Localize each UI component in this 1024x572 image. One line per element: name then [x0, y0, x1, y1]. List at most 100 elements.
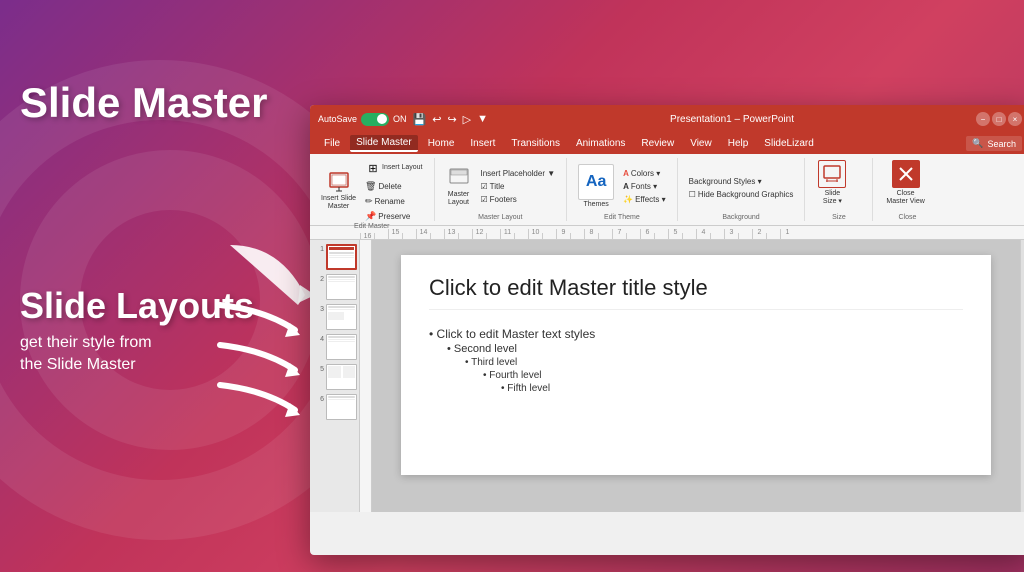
delete-button[interactable]: 🗑 Delete: [362, 180, 425, 193]
slide-2-num: 2: [312, 276, 324, 283]
menu-animations[interactable]: Animations: [570, 136, 631, 151]
themes-button[interactable]: Aa Themes: [575, 162, 617, 211]
slide-1-content: [328, 246, 355, 260]
insert-slide-master-icon: [327, 170, 351, 194]
slide-2-thumb[interactable]: [326, 274, 357, 300]
thumb-col2: [343, 366, 356, 378]
thumb-body-4a: [328, 339, 355, 340]
minimize-button[interactable]: −: [976, 112, 990, 126]
colors-button[interactable]: A Colors ▾: [620, 168, 669, 179]
master-layout-icon: [447, 166, 471, 190]
hide-background-button[interactable]: ☐ Hide Background Graphics: [686, 189, 797, 200]
ruler-mark: 8: [584, 229, 598, 239]
menu-transitions[interactable]: Transitions: [505, 136, 566, 151]
footers-checkbox[interactable]: ☑ Footers: [478, 194, 559, 205]
slide-page[interactable]: Click to edit Master title style Click t…: [401, 255, 991, 475]
slide-4-content: [327, 335, 356, 344]
rename-button[interactable]: ✏ Rename: [362, 195, 425, 208]
fonts-button[interactable]: A Fonts ▾: [620, 181, 669, 192]
background-styles-button[interactable]: Background Styles ▾: [686, 176, 797, 187]
thumb-body-4b: [328, 341, 355, 342]
present-icon[interactable]: ▷: [463, 113, 471, 126]
menu-home[interactable]: Home: [422, 136, 461, 151]
ruler-mark: [374, 233, 388, 239]
insert-layout-button[interactable]: ⊞ Insert Layout: [362, 158, 425, 178]
close-master-view-button[interactable]: CloseMaster View: [881, 158, 929, 207]
thumb-image-3: [328, 312, 344, 320]
preserve-button[interactable]: 📌 Preserve: [362, 210, 425, 223]
slide-canvas[interactable]: Click to edit Master title style Click t…: [372, 240, 1020, 512]
vertical-scrollbar[interactable]: [1020, 240, 1024, 512]
search-area[interactable]: 🔍 Search: [966, 136, 1022, 151]
ruler-mark: 10: [528, 229, 542, 239]
ruler-mark: [626, 233, 640, 239]
slide-6-num: 6: [312, 396, 324, 403]
thumb-title-2: [328, 276, 355, 278]
slide-1-thumb[interactable]: [326, 244, 357, 270]
insert-placeholder-button[interactable]: Insert Placeholder ▼: [478, 168, 559, 179]
themes-label: Themes: [583, 201, 608, 209]
thumb-body-3a: [328, 309, 355, 310]
title-checkbox[interactable]: ☑ Title: [478, 181, 559, 192]
ruler-mark: [682, 233, 696, 239]
menu-slide-master[interactable]: Slide Master: [350, 135, 418, 152]
title-bar: AutoSave ON 💾 ↩ ↪ ▷ ▼ Presentation1 – Po…: [310, 105, 1024, 133]
maximize-button[interactable]: □: [992, 112, 1006, 126]
ruler-mark: [458, 233, 472, 239]
slide-3-thumb[interactable]: [326, 304, 357, 330]
ruler-mark: 11: [500, 229, 514, 239]
slide-5-wrapper: 5: [312, 364, 357, 390]
slide-4-thumb[interactable]: [326, 334, 357, 360]
body-item-4: Fourth level: [483, 369, 963, 382]
autosave-state: ON: [393, 114, 407, 124]
master-layout-button[interactable]: MasterLayout: [443, 164, 475, 208]
menu-insert[interactable]: Insert: [464, 136, 501, 151]
thumb-title-6: [328, 396, 355, 398]
hide-bg-checkbox: ☐: [689, 190, 696, 199]
menu-slidelizard[interactable]: SlideLizard: [758, 136, 819, 151]
main-area: 1 2: [310, 240, 1024, 512]
ruler-mark: [402, 233, 416, 239]
menu-bar: File Slide Master Home Insert Transition…: [310, 133, 1024, 154]
ruler-mark: 16: [360, 233, 374, 239]
save-icon[interactable]: 💾: [413, 113, 427, 126]
ruler-mark: [766, 233, 780, 239]
close-button[interactable]: ×: [1008, 112, 1022, 126]
undo-icon[interactable]: ↩: [432, 113, 441, 126]
menu-view[interactable]: View: [684, 136, 718, 151]
menu-file[interactable]: File: [318, 136, 346, 151]
slide-6-thumb[interactable]: [326, 394, 357, 420]
thumb-body-2b: [328, 281, 355, 282]
slide-master-title: Slide Master: [20, 80, 310, 126]
ruler-mark: 1: [780, 229, 794, 239]
edit-master-buttons: Insert SlideMaster ⊞ Insert Layout 🗑 Del…: [318, 158, 426, 223]
body-item-3: Third level: [465, 356, 963, 369]
ruler-mark: 3: [724, 229, 738, 239]
insert-layout-label: Insert Layout: [382, 164, 422, 172]
ruler-mark: 6: [640, 229, 654, 239]
slide-size-button[interactable]: SlideSize ▾: [813, 158, 851, 207]
ruler-mark: 15: [388, 229, 402, 239]
ruler-mark: 12: [472, 229, 486, 239]
menu-review[interactable]: Review: [635, 136, 680, 151]
autosave-area: AutoSave ON: [318, 113, 407, 126]
autosave-label: AutoSave: [318, 114, 357, 124]
slide-panel[interactable]: 1 2: [310, 240, 360, 512]
autosave-toggle[interactable]: [361, 113, 389, 126]
body-item-1: Click to edit Master text styles: [429, 326, 963, 342]
insert-slide-master-button[interactable]: Insert SlideMaster: [318, 168, 359, 212]
preserve-icon: 📌: [365, 211, 376, 222]
search-icon: 🔍: [972, 138, 983, 149]
redo-icon[interactable]: ↪: [447, 113, 456, 126]
background-label: Background: [686, 214, 797, 221]
ruler-marks: 16 15 14 13 12 11 10 9 8 7 6 5 4: [360, 226, 794, 239]
body-item-5: Fifth level: [501, 382, 963, 395]
insert-placeholder-group: Insert Placeholder ▼ ☑ Title ☑ Footers: [478, 168, 559, 205]
more-icon[interactable]: ▼: [477, 113, 488, 125]
effects-button[interactable]: ✨ Effects ▾: [620, 194, 669, 205]
powerpoint-window: AutoSave ON 💾 ↩ ↪ ▷ ▼ Presentation1 – Po…: [310, 105, 1024, 555]
slide-title[interactable]: Click to edit Master title style: [429, 275, 963, 310]
thumb-body-6: [328, 399, 355, 400]
menu-help[interactable]: Help: [722, 136, 755, 151]
slide-5-thumb[interactable]: [326, 364, 357, 390]
